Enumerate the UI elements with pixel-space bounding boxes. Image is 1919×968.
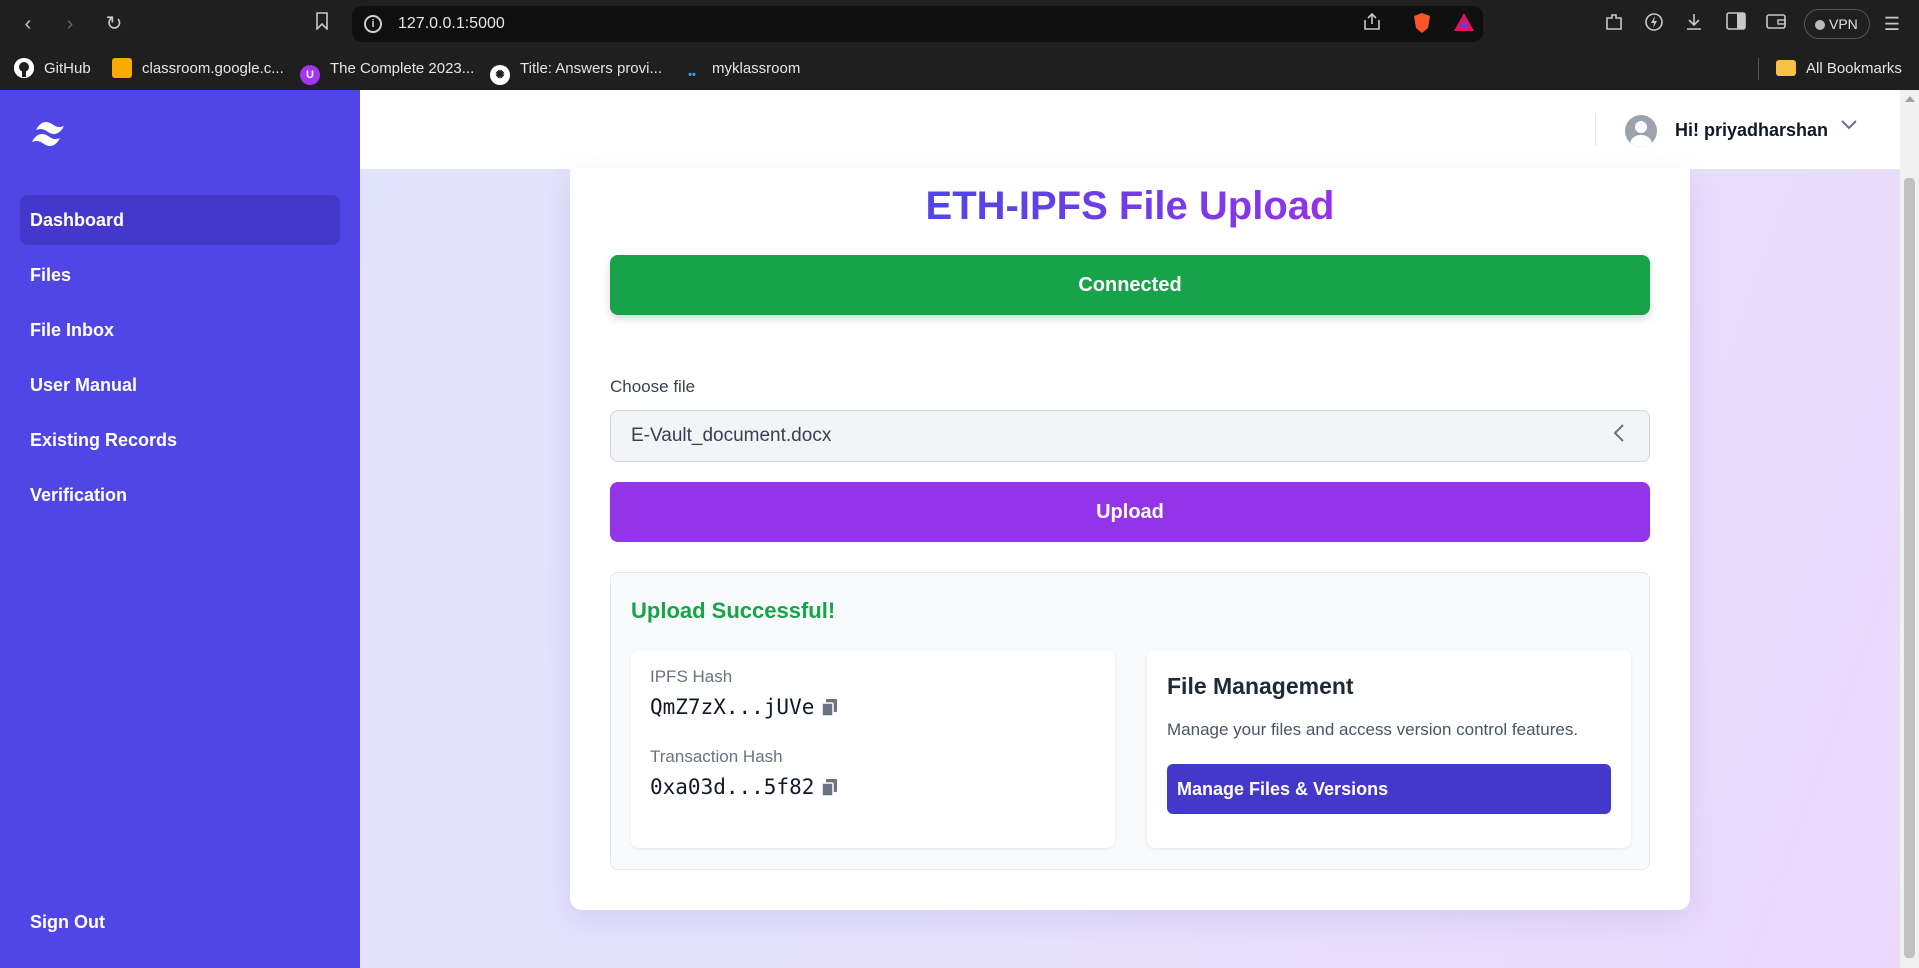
transaction-hash-value: 0xa03d...5f82 <box>650 775 815 799</box>
sidebar-toggle-icon[interactable] <box>1724 12 1748 36</box>
bookmark-chatgpt[interactable]: ✺ Title: Answers provi... <box>490 58 662 85</box>
site-info-icon[interactable]: i <box>364 15 382 33</box>
bookmark-page-icon[interactable] <box>310 12 334 36</box>
file-picker[interactable]: E-Vault_document.docx <box>610 410 1650 462</box>
all-bookmarks-button[interactable]: All Bookmarks <box>1776 58 1902 80</box>
bookmark-github[interactable]: GitHub <box>14 58 91 80</box>
chatgpt-icon: ✺ <box>490 65 510 85</box>
classroom-icon <box>112 58 132 78</box>
sidebar: Dashboard Files File Inbox User Manual E… <box>0 90 360 968</box>
vpn-status-icon <box>1815 20 1825 30</box>
bookmark-label: myklassroom <box>712 60 801 77</box>
github-icon <box>14 58 34 78</box>
page-title-text: ETH-IPFS File Upload <box>925 184 1335 228</box>
bookmark-classroom[interactable]: classroom.google.c... <box>112 58 284 80</box>
selected-file-name: E-Vault_document.docx <box>631 425 832 446</box>
sign-out-link[interactable]: Sign Out <box>30 912 105 933</box>
chevron-down-icon[interactable] <box>1841 114 1857 135</box>
file-management-box: File Management Manage your files and ac… <box>1147 650 1631 848</box>
bookmark-udemy[interactable]: U The Complete 2023... <box>300 58 475 85</box>
user-greeting[interactable]: Hi! priyadharshan <box>1675 120 1828 141</box>
sidebar-item-dashboard[interactable]: Dashboard <box>20 195 340 245</box>
udemy-icon: U <box>300 65 320 85</box>
tailwind-logo-icon <box>30 118 76 150</box>
sidebar-item-file-inbox[interactable]: File Inbox <box>20 305 340 355</box>
bookmark-divider <box>1758 58 1759 80</box>
myklassroom-icon: •• <box>688 69 696 81</box>
file-management-title: File Management <box>1167 673 1354 699</box>
top-header: Hi! priyadharshan <box>360 90 1900 170</box>
page-title: ETH-IPFS File Upload <box>570 184 1690 229</box>
vpn-button[interactable]: VPN <box>1804 9 1870 39</box>
bookmark-label: GitHub <box>44 60 91 77</box>
copy-icon[interactable] <box>820 697 840 717</box>
vpn-label: VPN <box>1829 16 1858 32</box>
menu-icon[interactable]: ☰ <box>1880 12 1904 36</box>
manage-files-button[interactable]: Manage Files & Versions <box>1167 764 1611 814</box>
brave-rewards-icon[interactable] <box>1452 12 1476 36</box>
sidebar-item-verification[interactable]: Verification <box>20 470 340 520</box>
bookmark-label: classroom.google.c... <box>142 60 284 77</box>
browser-toolbar: ‹ › ↻ i 127.0.0.1:5000 VPN ☰ <box>0 0 1919 48</box>
bookmark-label: Title: Answers provi... <box>520 60 662 77</box>
all-bookmarks-label: All Bookmarks <box>1806 60 1902 77</box>
scroll-thumb[interactable] <box>1904 178 1915 958</box>
scroll-up-icon[interactable] <box>1905 96 1915 102</box>
sidebar-item-existing-records[interactable]: Existing Records <box>20 415 340 465</box>
bookmark-label: The Complete 2023... <box>330 60 475 77</box>
forward-icon[interactable]: › <box>58 12 82 36</box>
page-scrollbar[interactable] <box>1900 90 1919 968</box>
download-icon[interactable] <box>1682 12 1706 36</box>
upload-button[interactable]: Upload <box>610 482 1650 542</box>
connected-button[interactable]: Connected <box>610 255 1650 315</box>
file-management-description: Manage your files and access version con… <box>1167 720 1579 739</box>
address-bar[interactable]: i 127.0.0.1:5000 <box>352 6 1483 42</box>
hash-details-box: IPFS Hash QmZ7zX...jUVe Transaction Hash… <box>631 650 1115 848</box>
ipfs-hash-label: IPFS Hash <box>650 667 733 686</box>
reload-icon[interactable]: ↻ <box>102 12 126 36</box>
upload-success-title: Upload Successful! <box>631 598 836 623</box>
brave-shield-icon[interactable] <box>1410 12 1434 36</box>
url-text: 127.0.0.1:5000 <box>398 15 505 32</box>
ipfs-hash-value: QmZ7zX...jUVe <box>650 695 815 719</box>
copy-icon[interactable] <box>820 777 840 797</box>
wallet-icon[interactable] <box>1764 12 1788 36</box>
avatar[interactable] <box>1625 115 1657 147</box>
header-divider <box>1595 114 1596 146</box>
chevron-left-icon[interactable] <box>1613 423 1625 449</box>
transaction-hash-label: Transaction Hash <box>650 747 783 766</box>
upload-result-panel: Upload Successful! IPFS Hash QmZ7zX...jU… <box>610 572 1650 870</box>
app-viewport: Dashboard Files File Inbox User Manual E… <box>0 90 1919 968</box>
share-icon[interactable] <box>1360 12 1384 36</box>
upload-card: ETH-IPFS File Upload Connected Choose fi… <box>570 168 1690 910</box>
back-icon[interactable]: ‹ <box>16 12 40 36</box>
extensions-icon[interactable] <box>1602 12 1626 36</box>
choose-file-label: Choose file <box>610 377 696 396</box>
bookmarks-bar: GitHub classroom.google.c... U The Comple… <box>0 48 1919 90</box>
bookmark-myklassroom[interactable]: •• myklassroom <box>682 58 801 81</box>
sidebar-item-user-manual[interactable]: User Manual <box>20 360 340 410</box>
sidebar-item-files[interactable]: Files <box>20 250 340 300</box>
leo-ai-icon[interactable] <box>1642 12 1666 36</box>
folder-icon <box>1776 60 1796 76</box>
